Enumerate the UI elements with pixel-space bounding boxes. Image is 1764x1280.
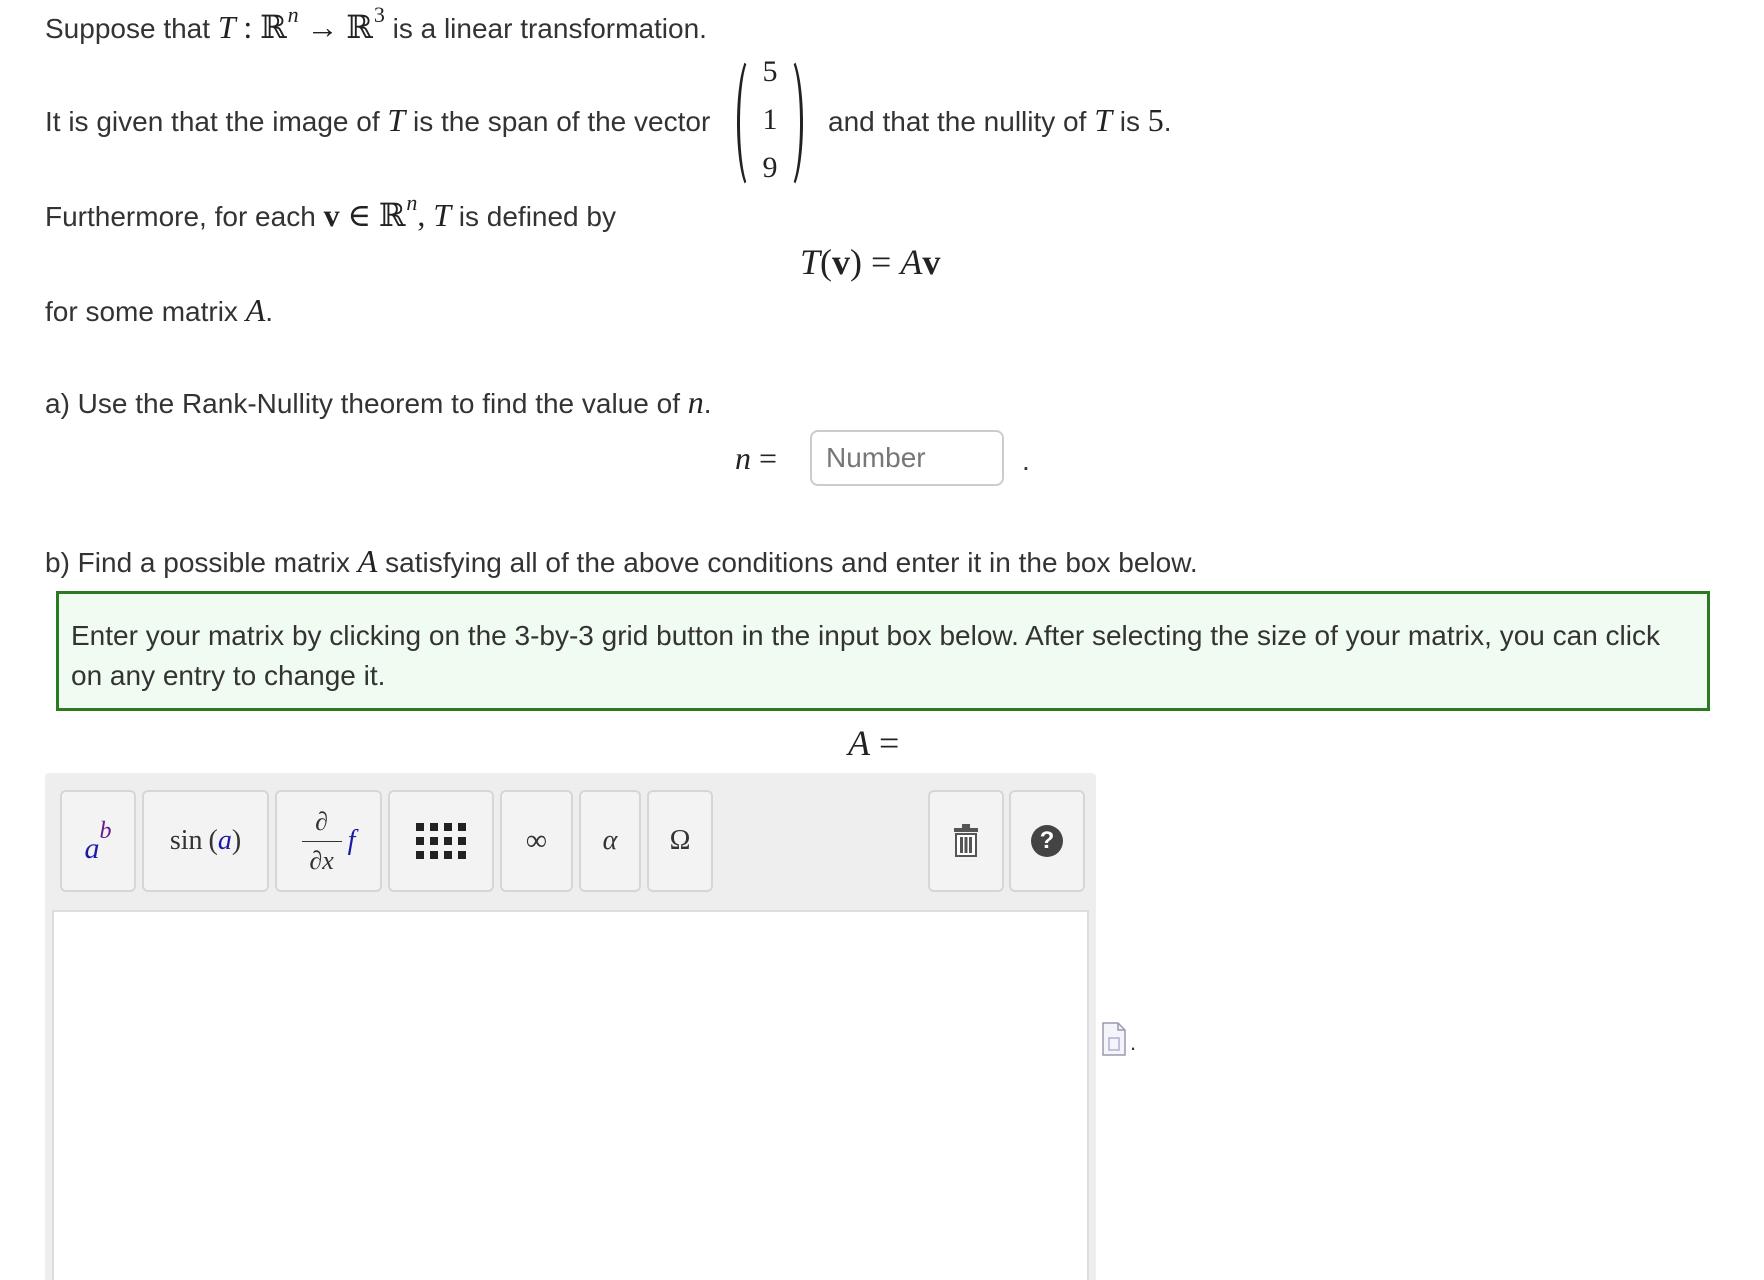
n-equals-label: n =: [735, 440, 777, 477]
matrix-grid-button[interactable]: [388, 790, 494, 892]
function-button[interactable]: sin (a): [142, 790, 269, 892]
partial-numerator: ∂: [315, 806, 329, 836]
partial-fraction: ∂ ∂x: [301, 806, 342, 875]
math-n-exponent: n: [287, 2, 299, 27]
omega-icon: Ω: [669, 825, 691, 856]
file-icon-dot: .: [1130, 1030, 1137, 1055]
math-T: T: [800, 242, 821, 282]
superscript-button[interactable]: ab: [60, 790, 136, 892]
math-equals: =: [879, 723, 900, 763]
math-arrow: →: [306, 9, 339, 45]
part-a-question: a) Use the Rank-Nullity theorem to find …: [45, 384, 712, 421]
image-prefix: It is given that the image of: [45, 106, 380, 137]
image-line-left: It is given that the image of T is the s…: [45, 102, 710, 139]
superscript-base: a: [84, 832, 100, 865]
superscript-exponent: b: [99, 817, 112, 844]
nullity-period: .: [1163, 106, 1172, 137]
image-line-right: and that the nullity of T is 5.: [828, 102, 1172, 139]
math-colon: :: [243, 9, 253, 45]
definition-suffix: is defined by: [458, 201, 616, 232]
matrix-period: .: [265, 296, 274, 327]
matrix-line: for some matrix A.: [45, 292, 273, 329]
sin-label: sin: [169, 825, 203, 856]
a-equals-label: A =: [848, 722, 899, 764]
math-A: A: [848, 723, 870, 763]
math-A: A: [245, 292, 266, 328]
math-n-exponent: n: [406, 190, 418, 215]
math-A: A: [900, 242, 923, 282]
part-a-text: a) Use the Rank-Nullity theorem to find …: [45, 388, 680, 419]
math-v: v: [323, 197, 340, 233]
matrix-instructions-box: Enter your matrix by clicking on the 3-b…: [56, 591, 1710, 711]
math-comma: ,: [417, 197, 426, 233]
part-a-period: .: [703, 388, 712, 419]
display-equation: T(v) = Av: [800, 241, 940, 283]
math-T: T: [387, 102, 406, 138]
nullity-is: is: [1119, 106, 1140, 137]
derivative-button[interactable]: ∂ ∂x f: [275, 790, 382, 892]
math-v: v: [922, 242, 941, 282]
math-R: ℝ: [378, 197, 406, 233]
vector-entry: 9: [762, 151, 778, 184]
definition-line: Furthermore, for each v ∈ ℝn, T is defin…: [45, 190, 616, 234]
greek-button[interactable]: α: [579, 790, 641, 892]
symbols-button[interactable]: Ω: [647, 790, 713, 892]
math-in: ∈: [347, 197, 372, 233]
nullity-prefix: and that the nullity of: [828, 106, 1087, 137]
trash-icon: [954, 824, 978, 857]
matrix-prefix: for some matrix: [45, 296, 238, 327]
nullity-value: 5: [1147, 102, 1164, 138]
vector-entry: 1: [762, 103, 778, 136]
sin-argument: a: [217, 825, 232, 856]
partial-denominator: ∂x: [309, 845, 334, 875]
math-n: n: [687, 384, 704, 420]
alpha-icon: α: [602, 825, 618, 856]
math-T: T: [433, 197, 451, 233]
math-T: T: [217, 9, 236, 45]
input-trailing-dot: .: [1022, 445, 1030, 476]
grid-icon: [416, 823, 466, 859]
infinity-button[interactable]: ∞: [500, 790, 573, 892]
help-button[interactable]: ?: [1009, 790, 1085, 892]
help-icon: ?: [1031, 825, 1063, 857]
math-v: v: [832, 242, 851, 282]
intro-suffix: is a linear transformation.: [392, 13, 707, 44]
part-b-suffix: satisfying all of the above conditions a…: [385, 547, 1198, 578]
math-T: T: [1094, 102, 1112, 138]
math-n: n: [735, 440, 751, 476]
math-3-exponent: 3: [373, 2, 385, 27]
math-A: A: [357, 543, 378, 579]
partial-function: f: [347, 825, 356, 856]
math-equals: =: [759, 440, 778, 476]
question-page: Suppose that T : ℝn → ℝ3 is a linear tra…: [0, 0, 1764, 1280]
math-editor: ab sin (a) ∂ ∂x f ∞ α Ω ?: [45, 773, 1096, 1280]
file-icon[interactable]: [1102, 1022, 1126, 1056]
span-vector: 5 1 9: [735, 55, 805, 191]
n-answer-input[interactable]: [810, 430, 1004, 486]
part-b-prefix: b) Find a possible matrix: [45, 547, 351, 578]
part-b-question: b) Find a possible matrix A satisfying a…: [45, 543, 1198, 580]
infinity-icon: ∞: [525, 824, 548, 857]
matrix-input-area[interactable]: [52, 910, 1089, 1280]
intro-prefix: Suppose that: [45, 13, 211, 44]
fraction-bar: [301, 840, 342, 842]
intro-line: Suppose that T : ℝn → ℝ3 is a linear tra…: [45, 2, 707, 46]
definition-prefix: Furthermore, for each: [45, 201, 316, 232]
math-paren: (: [820, 242, 833, 282]
image-middle: is the span of the vector: [413, 106, 711, 137]
math-R: ℝ: [260, 9, 287, 45]
math-R: ℝ: [346, 9, 373, 45]
math-equals: =: [871, 242, 892, 282]
math-paren: ): [850, 242, 863, 282]
clear-button[interactable]: [928, 790, 1004, 892]
vector-entry: 5: [762, 55, 778, 88]
